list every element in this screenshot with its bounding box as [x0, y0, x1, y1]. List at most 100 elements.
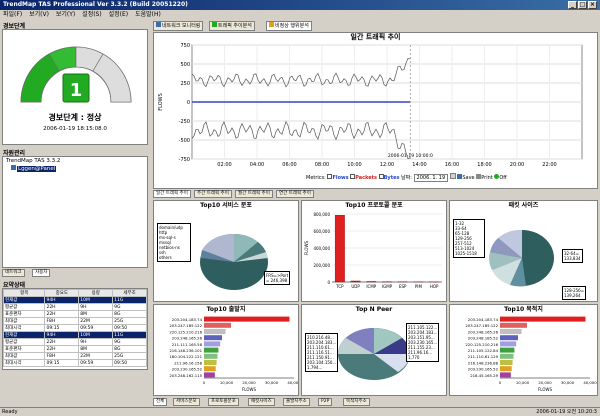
tab-user[interactable]: 사용자	[32, 269, 51, 277]
bottom-tab-0[interactable]: 전체	[153, 398, 168, 406]
x-tick: 10:00	[347, 162, 361, 168]
tab-network[interactable]: 네트워크	[2, 269, 25, 277]
tab-weekly[interactable]: 주간 트래픽 추이	[194, 190, 232, 198]
tab-daily[interactable]: 일간 트래픽 추이	[153, 190, 191, 198]
panel-packet-size: 패킷 사이즈 1-32 33-64 65-128 129-256 257-512…	[449, 200, 598, 302]
table-header: 항목 중요도 용량 세부조	[2, 289, 147, 297]
menu-view2[interactable]: 보기(Y)	[56, 11, 75, 18]
bottom-tab-2[interactable]: 프로토콜분포	[208, 398, 239, 406]
tree-root[interactable]: TrendMap TAS 3.3.2	[3, 157, 147, 165]
status-text: Ready	[2, 409, 18, 415]
ip-label: 180.104.222.121	[169, 354, 202, 359]
x-tick: 20,000	[242, 380, 256, 385]
x-tick: HOP	[430, 284, 439, 289]
table-row[interactable]: 표준편차 22H 8M 8G	[2, 345, 147, 353]
ip-label: 220.125.210.216	[169, 329, 202, 334]
source-title: Top10 출발지	[206, 306, 246, 313]
x-tick: 20,000	[538, 380, 552, 385]
y-tick: -500	[179, 138, 190, 144]
tab-traffic-trend[interactable]: 트래픽 추이분석	[209, 21, 255, 31]
close-button[interactable]: ×	[588, 1, 597, 9]
ip-label: 203.230.165.52	[172, 367, 203, 372]
tab-anomaly[interactable]: 비정상 행위분석	[266, 21, 312, 31]
ip-label: 203.204.183.74	[172, 317, 203, 322]
table-row[interactable]: 최대값 F8H 22M 25G	[2, 352, 147, 360]
x-tick: PIM	[415, 284, 423, 289]
maximize-button[interactable]: □	[578, 1, 587, 9]
right-pane: 네트워크 모니터링 트래픽 추이분석 비정상 행위분석 일간 트래픽 추이 75…	[151, 19, 600, 407]
service-legend: domain/udp http ms-sql-s mssql netbios-n…	[157, 223, 191, 262]
tab-yearly[interactable]: 연간 트래픽 추이	[276, 190, 314, 198]
table-row[interactable]: 평균값 22H 9H 9G	[2, 303, 147, 311]
bottom-tab-3[interactable]: 패킷사이즈	[248, 398, 275, 406]
print-button[interactable]: Print	[481, 175, 493, 181]
service-title: Top10 서비스 분포	[200, 202, 252, 209]
tab-network-monitor[interactable]: 네트워크 모니터링	[153, 21, 204, 31]
bar-2	[500, 329, 522, 334]
menu-help[interactable]: 도움말(H)	[135, 11, 161, 18]
y-tick: 400,000	[313, 246, 330, 251]
table-row[interactable]: 평균값 22H 9H 9G	[2, 338, 147, 346]
table-row[interactable]: 표준편차 22H 8M 8G	[2, 310, 147, 318]
off-button[interactable]: Off	[499, 175, 506, 181]
status-clock: 2006-01-19 오전 10:20:3	[536, 409, 597, 415]
menu-settings[interactable]: 설정(S)	[82, 11, 102, 18]
menu-view[interactable]: 보기(V)	[29, 11, 49, 18]
service-label: FRS=>Port = 246,398	[264, 271, 291, 285]
bar-6	[500, 353, 514, 359]
x-tick: 22:00	[542, 162, 556, 168]
x-tick: 30,000	[561, 380, 575, 385]
x-tick: 04:00	[250, 162, 264, 168]
minimize-button[interactable]: _	[568, 1, 577, 9]
table-row[interactable]: 최대시각 09:15 09:59 09:50	[2, 359, 147, 367]
table-row[interactable]: 현재값 94H 10M 11G	[2, 296, 147, 304]
bottom-tab-6[interactable]: 목적지주소	[343, 398, 370, 406]
source-bar-chart: 203.204.183.74203.247.185.122220.125.210…	[169, 316, 298, 392]
tab-monthly[interactable]: 월간 트래픽 추이	[235, 190, 273, 198]
peer-left-list: 210.216.48... 203.204.183... 211.110.61.…	[305, 333, 339, 372]
destination-title: Top10 목적지	[504, 306, 543, 313]
menu-settings2[interactable]: 설정(E)	[109, 11, 129, 18]
y-label: FLOWS	[304, 241, 309, 255]
x-tick: 30,000	[265, 380, 279, 385]
x-tick: IGMP	[382, 284, 393, 289]
table-row[interactable]: 현재값 94H 10M 11G	[2, 331, 147, 339]
table-row[interactable]: 최대시각 09:15 09:59 09:50	[2, 324, 147, 332]
bottom-tab-5[interactable]: P2P	[318, 398, 333, 406]
x-tick: 20:00	[510, 162, 524, 168]
menu-bar: 파일(F) 보기(V) 보기(Y) 설정(S) 설정(E) 도움말(H)	[0, 10, 600, 19]
menu-file[interactable]: 파일(F)	[3, 11, 22, 18]
summary-table: 항목 중요도 용량 세부조 현재값 94H 10M 11G 평균값 22H 9H 9G 표준편차…	[2, 289, 147, 367]
x-tick: 18:00	[477, 162, 491, 168]
calendar-icon[interactable]	[449, 173, 456, 179]
x-tick: 16:00	[445, 162, 459, 168]
left-pane: 경보단계 1 경보단계 : 정상 2006-01-19 18:15:08.0 자…	[0, 19, 150, 407]
table-row[interactable]: 최대값 F8H 22M 25G	[2, 317, 147, 325]
alert-status: 경보단계 : 정상	[48, 113, 102, 122]
tree-node[interactable]: Lggen@Panel	[3, 165, 147, 172]
x-tick: 02:00	[217, 162, 231, 168]
x-label: FLOWS	[242, 387, 256, 392]
packet-label-2: 128-256= 139,264	[562, 286, 587, 300]
x-tick: 14:00	[412, 162, 426, 168]
bottom-tab-4[interactable]: 출발지주소	[283, 398, 310, 406]
bar-1	[500, 322, 527, 328]
ip-label: 216.148.236.101	[169, 348, 202, 353]
chart-icon	[212, 22, 217, 27]
save-button[interactable]: Save	[462, 175, 474, 181]
bar-9	[500, 372, 511, 378]
ip-label: 203.248.165.26	[468, 329, 499, 334]
x-tick: 40,000	[287, 380, 298, 385]
y-tick: 500	[180, 62, 190, 68]
x-tick: UDP	[351, 284, 360, 289]
bottom-tab-1[interactable]: 서비스분포	[173, 398, 200, 406]
bar-7	[500, 360, 513, 365]
bar-9	[204, 372, 215, 378]
trend-panel: 일간 트래픽 추이 750 500 250 0 -250 -500 -750 02:00 04:…	[153, 32, 598, 189]
date-input[interactable]: 2006. 1. 19	[413, 174, 449, 182]
ip-label: 203.248.165.26	[172, 336, 203, 341]
x-tick: TCP	[335, 284, 344, 289]
ip-label: 211.111.165.58	[172, 342, 203, 347]
ip-label: 203.248.185.52	[468, 336, 499, 341]
ip-label: 203.248.162.115	[169, 373, 202, 378]
